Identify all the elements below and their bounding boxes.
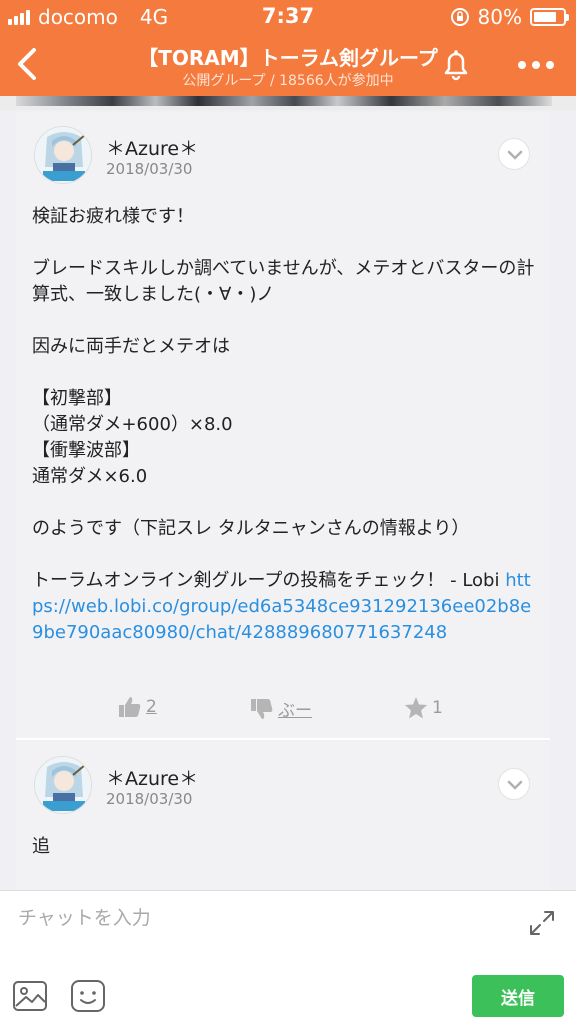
post-date: 2018/03/30 bbox=[106, 790, 193, 808]
post-username[interactable]: ＊Azure＊ bbox=[106, 764, 198, 791]
post-date: 2018/03/30 bbox=[106, 160, 193, 178]
avatar[interactable] bbox=[34, 126, 92, 184]
like-button[interactable]: 2 bbox=[118, 696, 157, 718]
battery-icon bbox=[530, 8, 569, 26]
thumbs-down-icon bbox=[251, 698, 273, 719]
group-title: 【TORAM】トーラム剣グループ bbox=[138, 46, 438, 70]
chevron-down-icon bbox=[507, 150, 523, 160]
star-button[interactable]: 1 bbox=[404, 696, 443, 719]
post-username[interactable]: ＊Azure＊ bbox=[106, 134, 198, 161]
nav-bar: 【TORAM】トーラム剣グループ 公開グループ / 18566人が参加中 bbox=[0, 34, 576, 96]
post-text: 検証お疲れ様です！ ブレードスキルしか調べていませんが、メテオとバスターの計算式… bbox=[32, 206, 535, 591]
orientation-lock-icon bbox=[450, 8, 469, 26]
status-bar: docomo 4G 7:37 80% bbox=[0, 0, 576, 34]
post-body: 検証お疲れ様です！ ブレードスキルしか調べていませんが、メテオとバスターの計算式… bbox=[32, 204, 542, 646]
expand-icon[interactable] bbox=[528, 909, 556, 937]
sticker-icon[interactable] bbox=[70, 979, 106, 1013]
post-menu-button[interactable] bbox=[498, 138, 530, 170]
chat-input[interactable]: チャットを入力 bbox=[18, 903, 151, 930]
thumbs-up-icon bbox=[119, 697, 141, 717]
boo-button[interactable]: ぶー bbox=[250, 696, 312, 721]
like-count: 2 bbox=[146, 697, 157, 717]
battery-percent: 80% bbox=[477, 5, 522, 29]
chat-post: ＊Azure＊ 2018/03/30 追 bbox=[16, 742, 550, 890]
chat-post: ＊Azure＊ 2018/03/30 検証お疲れ様です！ ブレードスキルしか調べ… bbox=[16, 112, 550, 740]
group-subtitle: 公開グループ / 18566人が参加中 bbox=[182, 73, 394, 89]
group-banner bbox=[0, 96, 576, 110]
image-icon[interactable] bbox=[12, 979, 48, 1013]
post-menu-button[interactable] bbox=[498, 768, 530, 800]
star-count: 1 bbox=[432, 697, 443, 718]
star-icon bbox=[405, 697, 427, 719]
avatar[interactable] bbox=[34, 756, 92, 814]
post-body: 追 bbox=[32, 836, 50, 857]
divider bbox=[16, 738, 550, 740]
boo-label: ぶー bbox=[278, 701, 312, 721]
post-actions: 2 ぶー 1 bbox=[16, 692, 550, 728]
chat-input-bar: チャットを入力 送信 bbox=[0, 890, 576, 1024]
more-options-icon[interactable] bbox=[514, 50, 558, 80]
bell-icon[interactable] bbox=[436, 44, 476, 84]
send-button[interactable]: 送信 bbox=[472, 975, 564, 1017]
chevron-down-icon bbox=[507, 780, 523, 790]
